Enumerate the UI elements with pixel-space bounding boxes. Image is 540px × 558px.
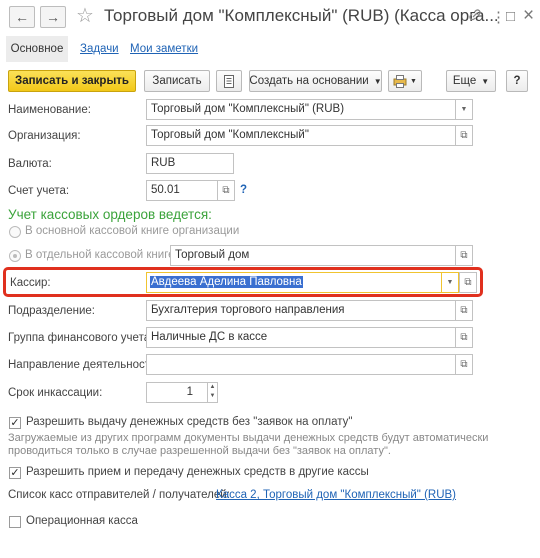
document-list-icon (224, 74, 234, 88)
cashier-open-button[interactable]: ⧉ (459, 272, 477, 293)
dropdown-arrow-icon: ▼ (373, 76, 382, 86)
open-icon: ⧉ (460, 359, 468, 370)
help-label: ? (513, 75, 521, 87)
open-icon: ⧉ (222, 185, 230, 196)
separate-book-field[interactable]: Торговый дом (170, 245, 456, 266)
allow-issue-note: Загружаемые из других программ документы… (8, 432, 489, 457)
account-label: Счет учета: (8, 185, 70, 197)
more-label: Еще (452, 75, 477, 87)
name-label: Наименование: (8, 104, 91, 116)
open-icon: ⧉ (460, 250, 468, 261)
maximize-icon[interactable]: □ (506, 8, 515, 25)
name-dropdown-button[interactable]: ▼ (455, 99, 473, 120)
cash-list-label: Список касс отправителей / получателей: (8, 489, 230, 501)
account-field[interactable]: 50.01 (146, 180, 218, 201)
back-arrow-icon: ← (15, 9, 29, 25)
allow-issue-checkbox[interactable]: ✓ (9, 417, 21, 429)
dropdown-arrow-icon: ▼ (460, 106, 468, 113)
organization-open-button[interactable]: ⧉ (455, 125, 473, 146)
create-based-on-label: Создать на основании (249, 75, 369, 87)
create-based-on-button[interactable]: Создать на основании ▼ (249, 70, 382, 92)
radio-separate-book[interactable] (9, 250, 21, 262)
stepper-up-icon[interactable]: ▲ (208, 383, 217, 392)
close-icon[interactable]: × (523, 5, 534, 27)
document-list-button[interactable] (216, 70, 242, 92)
print-dropdown-icon: ▼ (410, 77, 417, 85)
operational-cash-checkbox[interactable] (9, 516, 21, 528)
open-icon: ⧉ (460, 305, 468, 316)
direction-open-button[interactable]: ⧉ (455, 354, 473, 375)
direction-field[interactable] (146, 354, 456, 375)
window-title: Торговый дом "Комплексный" (RUB) (Касса … (104, 6, 499, 25)
forward-button[interactable]: → (40, 6, 66, 28)
division-label: Подразделение: (8, 305, 95, 317)
separate-book-open-button[interactable]: ⧉ (455, 245, 473, 266)
save-and-close-label: Записать и закрыть (15, 75, 129, 87)
more-actions-icon[interactable]: ⋮ (491, 8, 506, 26)
allow-issue-label: Разрешить выдачу денежных средств без "з… (26, 416, 353, 428)
account-open-button[interactable]: ⧉ (217, 180, 235, 201)
more-dropdown-icon: ▼ (481, 76, 490, 86)
favorite-star-icon[interactable]: ☆ (76, 3, 94, 28)
cash-orders-heading: Учет кассовых ордеров ведется: (8, 207, 212, 222)
division-field[interactable]: Бухгалтерия торгового направления (146, 300, 456, 321)
name-field[interactable]: Торговый дом "Комплексный" (RUB) (146, 99, 456, 120)
save-and-close-button[interactable]: Записать и закрыть (8, 70, 136, 92)
help-button[interactable]: ? (506, 70, 528, 92)
division-open-button[interactable]: ⧉ (455, 300, 473, 321)
allow-transfer-checkbox[interactable]: ✓ (9, 467, 21, 479)
print-button[interactable]: ▼ (388, 70, 422, 92)
collection-field[interactable]: 1 (146, 382, 208, 403)
tab-notes[interactable]: Мои заметки (130, 36, 198, 62)
stepper-down-icon[interactable]: ▼ (208, 392, 217, 401)
organization-label: Организация: (8, 130, 81, 142)
print-icon (393, 74, 407, 88)
radio-separate-book-label: В отдельной кассовой книге (25, 249, 175, 261)
dropdown-arrow-icon: ▼ (446, 279, 454, 286)
allow-transfer-label: Разрешить прием и передачу денежных сред… (26, 466, 369, 478)
operational-cash-label: Операционная касса (26, 515, 138, 527)
save-button[interactable]: Записать (144, 70, 210, 92)
cashier-label: Кассир: (10, 277, 51, 289)
cash-list-link[interactable]: Касса 2, Торговый дом "Комплексный" (RUB… (216, 489, 456, 501)
fin-group-field[interactable]: Наличные ДС в кассе (146, 327, 456, 348)
more-button[interactable]: Еще ▼ (446, 70, 496, 92)
currency-label: Валюта: (8, 158, 52, 170)
organization-field[interactable]: Торговый дом "Комплексный" (146, 125, 456, 146)
save-label: Записать (152, 75, 202, 87)
collection-label: Срок инкассации: (8, 387, 103, 399)
fin-group-label: Группа финансового учета: (8, 332, 154, 344)
back-button[interactable]: ← (9, 6, 35, 28)
radio-main-book-label: В основной кассовой книге организации (25, 225, 240, 237)
account-help-link[interactable]: ? (240, 184, 247, 196)
open-icon: ⧉ (460, 332, 468, 343)
direction-label: Направление деятельности: (8, 359, 160, 371)
tab-tasks[interactable]: Задачи (80, 36, 119, 62)
collection-stepper[interactable]: ▲ ▼ (207, 382, 218, 403)
open-icon: ⧉ (464, 277, 472, 288)
currency-field[interactable]: RUB (146, 153, 234, 174)
cashier-value: Авдеева Аделина Павловна (150, 276, 303, 288)
radio-main-book[interactable] (9, 226, 21, 238)
tab-main[interactable]: Основное (6, 36, 68, 62)
cashier-dropdown-button[interactable]: ▼ (441, 272, 459, 293)
link-icon[interactable] (468, 8, 482, 25)
forward-arrow-icon: → (46, 9, 60, 25)
fin-group-open-button[interactable]: ⧉ (455, 327, 473, 348)
cashier-field[interactable]: Авдеева Аделина Павловна (146, 272, 442, 293)
open-icon: ⧉ (460, 130, 468, 141)
